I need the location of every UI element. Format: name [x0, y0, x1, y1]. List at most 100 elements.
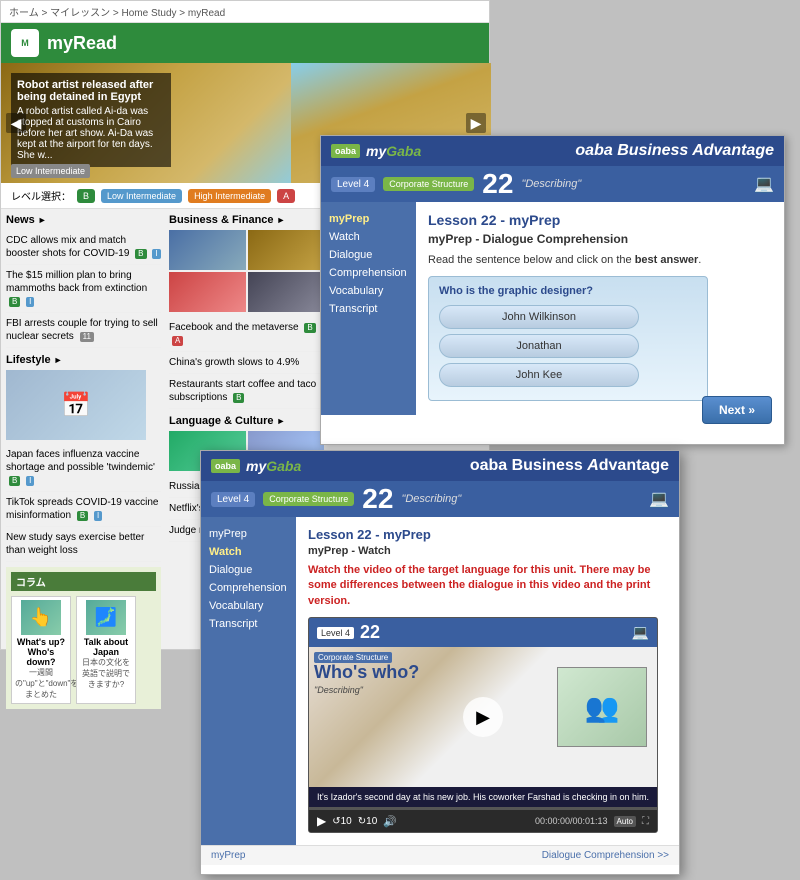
- column-icon-2: 🗾: [86, 600, 126, 635]
- business-arrow-icon: ►: [277, 215, 286, 225]
- ba-instruction-back: Read the sentence below and click on the…: [428, 254, 772, 266]
- business-thumb-3: [169, 272, 246, 312]
- ba-level-badge-front: Level 4: [211, 492, 255, 507]
- badge-b: B: [233, 393, 244, 403]
- badge-b: B: [304, 323, 315, 333]
- list-item[interactable]: New study says exercise better than weig…: [6, 527, 161, 562]
- sidebar-item-myprep-back[interactable]: myPrep: [329, 210, 408, 228]
- video-controls: ▶ ↺10 ↻10 🔊 00:00:00/00:01:13 Auto ⛶: [309, 810, 657, 832]
- sidebar-item-vocabulary-front[interactable]: Vocabulary: [209, 597, 288, 615]
- list-item[interactable]: 🗾 Talk about Japan 日本の文化を英語で説明できますか?: [76, 596, 136, 704]
- level-btn-high-intermediate[interactable]: High Intermediate: [188, 189, 271, 203]
- next-button-back[interactable]: Next »: [702, 396, 772, 415]
- video-title: Who's who?: [314, 662, 419, 683]
- ba-header-back: oaba myGaba oaba Business Advantage: [321, 136, 784, 166]
- sidebar-item-vocabulary-back[interactable]: Vocabulary: [329, 282, 408, 300]
- business-thumb-4: [248, 272, 325, 312]
- sidebar-item-watch-back[interactable]: Watch: [329, 228, 408, 246]
- level-btn-advanced[interactable]: A: [277, 189, 295, 203]
- ba-brand-title-front: oaba Business Advantage: [470, 457, 669, 475]
- ba-content-front: Lesson 22 - myPrep myPrep - Watch Watch …: [296, 517, 679, 845]
- hero-body: A robot artist called Ai-da was stopped …: [17, 106, 165, 161]
- sidebar-item-comprehension-front[interactable]: Comprehension: [209, 579, 288, 597]
- news-arrow-icon: ►: [38, 215, 47, 225]
- badge-a: A: [172, 336, 183, 346]
- column-item-desc: 一週間の"up"と"down"をまとめた: [15, 667, 67, 700]
- ba-level-bar-back: Level 4 Corporate Structure 22 "Describi…: [321, 166, 784, 202]
- hero-overlay: Robot artist released after being detain…: [11, 73, 171, 167]
- ba-corp-badge-back: Corporate Structure: [383, 177, 474, 191]
- sidebar-item-myprep-front[interactable]: myPrep: [209, 525, 288, 543]
- business-thumbnails: [169, 230, 324, 312]
- video-progress-bar[interactable]: [309, 807, 657, 810]
- news-section-title: News ►: [6, 214, 161, 226]
- ba-lesson-subtitle-back: myPrep - Dialogue Comprehension: [428, 232, 772, 246]
- list-item[interactable]: Restaurants start coffee and taco subscr…: [169, 374, 324, 409]
- sidebar-item-transcript-back[interactable]: Transcript: [329, 300, 408, 318]
- ba-instruction-front: Watch the video of the target language f…: [308, 563, 667, 609]
- sidebar-item-dialogue-back[interactable]: Dialogue: [329, 246, 408, 264]
- video-play-button[interactable]: ▶: [463, 697, 503, 737]
- language-section-title: Language & Culture ►: [169, 415, 324, 427]
- answer-btn-3[interactable]: John Kee: [439, 363, 639, 387]
- answer-btn-1[interactable]: John Wilkinson: [439, 305, 639, 329]
- video-volume[interactable]: 🔊: [383, 815, 397, 828]
- video-thumbnail: Corporate Structure Who's who? "Describi…: [309, 647, 657, 787]
- lifestyle-image: 📅: [6, 370, 146, 440]
- level-btn-beginner[interactable]: B: [77, 189, 95, 203]
- hero-prev-button[interactable]: ◀: [6, 113, 26, 133]
- badge-li: I: [26, 297, 34, 307]
- language-arrow-icon: ►: [277, 416, 286, 426]
- business-section-title: Business & Finance ►: [169, 214, 324, 226]
- badge-b: B: [9, 476, 20, 486]
- ba-lesson-num-back: 22: [482, 170, 513, 198]
- video-rewind-10[interactable]: ↺10: [332, 816, 352, 827]
- list-item[interactable]: Facebook and the metaverse B A: [169, 317, 324, 352]
- answer-btn-2[interactable]: Jonathan: [439, 334, 639, 358]
- column-section: コラム 👆 What's up? Who's down? 一週間の"up"と"d…: [6, 567, 161, 709]
- video-top-bar: Level 4 22 💻: [309, 618, 657, 647]
- ba-brand-title-back: oaba Business Advantage: [575, 142, 774, 160]
- sidebar-item-dialogue-front[interactable]: Dialogue: [209, 561, 288, 579]
- video-scene-illustration: 👥: [557, 667, 647, 747]
- list-item[interactable]: FBI arrests couple for trying to sell nu…: [6, 313, 161, 348]
- video-play-control[interactable]: ▶: [317, 814, 326, 828]
- ba-lesson-title-back: Lesson 22 - myPrep: [428, 212, 772, 228]
- hero-next-button[interactable]: ▶: [466, 113, 486, 133]
- nav-next-link[interactable]: Dialogue Comprehension >>: [542, 850, 669, 861]
- level-btn-low-intermediate[interactable]: Low Intermediate: [101, 189, 182, 203]
- sidebar-item-watch-front[interactable]: Watch: [209, 543, 288, 561]
- video-forward-10[interactable]: ↻10: [358, 816, 378, 827]
- video-player: Level 4 22 💻 Corporate Structure Who's w…: [308, 617, 658, 833]
- ba-brand-text: Business Advantage: [617, 142, 774, 159]
- sidebar-item-transcript-front[interactable]: Transcript: [209, 615, 288, 633]
- list-item[interactable]: China's growth slows to 4.9%: [169, 352, 324, 374]
- sidebar-item-comprehension-back[interactable]: Comprehension: [329, 264, 408, 282]
- list-item[interactable]: CDC allows mix and match booster shots f…: [6, 230, 161, 265]
- column-title: コラム: [11, 572, 156, 591]
- video-auto-label[interactable]: Auto: [614, 816, 636, 827]
- badge-b: B: [77, 511, 88, 521]
- ba-logo-left-back: oaba myGaba: [331, 143, 421, 159]
- video-laptop-icon: 💻: [632, 624, 649, 641]
- video-caption: It's Izador's second day at his new job.…: [309, 787, 657, 807]
- list-item[interactable]: TikTok spreads COVID-19 vaccine misinfor…: [6, 492, 161, 527]
- video-fullscreen-button[interactable]: ⛶: [642, 816, 649, 827]
- badge-b: B: [135, 249, 146, 259]
- ba-question-box: Who is the graphic designer? John Wilkin…: [428, 276, 708, 401]
- ba-question: Who is the graphic designer?: [439, 285, 697, 297]
- list-item[interactable]: 👆 What's up? Who's down? 一週間の"up"と"down"…: [11, 596, 71, 704]
- badge-li: I: [94, 511, 102, 521]
- laptop-icon-back: 💻: [754, 174, 774, 194]
- list-item[interactable]: The $15 million plan to bring mammoths b…: [6, 265, 161, 313]
- badge-b: B: [9, 297, 20, 307]
- column-items: 👆 What's up? Who's down? 一週間の"up"と"down"…: [11, 596, 156, 704]
- nav-prev-link[interactable]: myPrep: [211, 850, 245, 861]
- ba-lesson-desc-front: "Describing": [401, 493, 461, 505]
- list-item[interactable]: Japan faces influenza vaccine shortage a…: [6, 444, 161, 492]
- badge-li: I: [26, 476, 34, 486]
- level-label: レベル選択：: [11, 188, 71, 203]
- hero-headline: Robot artist released after being detain…: [17, 79, 165, 103]
- column-item-title: What's up? Who's down?: [15, 637, 67, 667]
- business-thumb-2: [248, 230, 325, 270]
